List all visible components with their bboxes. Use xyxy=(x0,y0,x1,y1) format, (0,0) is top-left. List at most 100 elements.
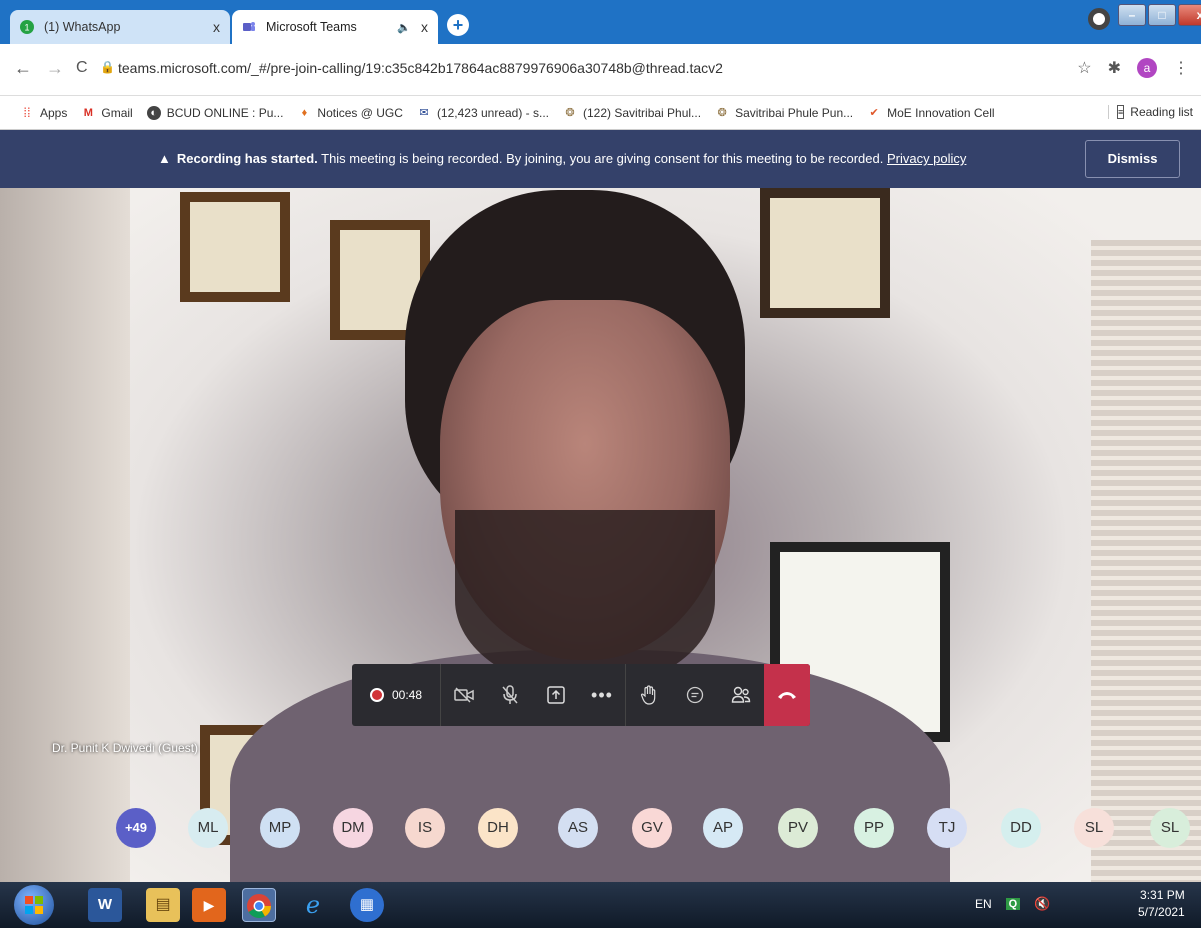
internet-explorer-icon[interactable]: e xyxy=(296,888,330,922)
bookmark-savitribai-1[interactable]: ❂ (122) Savitribai Phul... xyxy=(563,106,701,120)
participant-avatar[interactable]: AS xyxy=(558,808,598,848)
teams-meeting: ▲ Recording has started. This meeting is … xyxy=(0,130,1201,882)
start-button[interactable] xyxy=(14,885,54,925)
word-icon[interactable]: W xyxy=(88,888,122,922)
bookmark-label: Savitribai Phule Pun... xyxy=(735,105,854,120)
bookmark-label: BCUD ONLINE : Pu... xyxy=(166,105,284,120)
bookmark-label: MoE Innovation Cell xyxy=(887,105,995,120)
reading-list-label: Reading list xyxy=(1130,105,1193,119)
bookmark-label: (122) Savitribai Phul... xyxy=(583,105,702,120)
new-tab-button[interactable]: + xyxy=(447,14,469,36)
raise-hand-button[interactable] xyxy=(626,664,672,726)
privacy-policy-link[interactable]: Privacy policy xyxy=(887,151,966,166)
university-icon: ❂ xyxy=(717,106,727,119)
language-indicator[interactable]: EN xyxy=(975,897,992,911)
system-tray: EN Q 🔇 xyxy=(975,896,1050,912)
bookmark-label: (12,423 unread) - s... xyxy=(436,105,549,120)
bookmark-moe[interactable]: ✔ MoE Innovation Cell xyxy=(867,105,995,120)
reading-list-icon: ≡ xyxy=(1117,105,1125,119)
bookmark-bcud[interactable]: ◐ BCUD ONLINE : Pu... xyxy=(146,105,284,120)
reload-icon[interactable]: C xyxy=(76,59,88,77)
recording-timer: 00:48 xyxy=(352,664,440,726)
participant-name-label: Dr. Punit K Dwivedi (Guest) xyxy=(52,741,199,755)
address-bar-row: ← → C 🔒 teams.microsoft.com/_#/pre-join-… xyxy=(0,44,1201,96)
participant-avatar[interactable]: DD xyxy=(1001,808,1041,848)
close-window-button[interactable]: x xyxy=(1178,4,1201,26)
participant-avatar[interactable]: DH xyxy=(478,808,518,848)
leave-call-button[interactable] xyxy=(764,664,810,726)
participant-avatar[interactable]: IS xyxy=(405,808,445,848)
participant-avatar[interactable]: AP xyxy=(703,808,743,848)
hand-icon xyxy=(640,685,656,705)
chat-icon xyxy=(686,686,704,704)
bookmark-label: Notices @ UGC xyxy=(317,105,403,120)
speaker-icon[interactable]: 🔈 xyxy=(397,21,411,34)
participant-avatar[interactable]: PV xyxy=(778,808,818,848)
close-tab-button[interactable]: x xyxy=(213,19,220,35)
bookmarks-bar: ⁞⁞ Apps M Gmail ◐ BCUD ONLINE : Pu... ♦ … xyxy=(0,96,1201,130)
clock[interactable]: 3:31 PM 5/7/2021 xyxy=(1138,887,1185,921)
recording-icon xyxy=(369,688,384,702)
volume-muted-icon[interactable]: 🔇 xyxy=(1034,896,1050,912)
chrome-logo xyxy=(247,894,271,919)
participant-avatar[interactable]: PP xyxy=(854,808,894,848)
tray-app-icon[interactable]: Q xyxy=(1005,898,1021,910)
participants-button[interactable] xyxy=(718,664,764,726)
app-icon[interactable]: ▦ xyxy=(350,888,384,922)
tab-microsoft-teams[interactable]: Microsoft Teams 🔈 x xyxy=(232,10,438,44)
participant-avatar[interactable]: SL xyxy=(1074,808,1114,848)
more-options-button[interactable]: ••• xyxy=(579,664,625,726)
participant-avatar[interactable]: GV xyxy=(632,808,672,848)
bookmark-gmail[interactable]: M Gmail xyxy=(81,106,133,120)
chrome-icon[interactable] xyxy=(242,888,276,922)
moe-icon: ✔ xyxy=(869,106,879,119)
participant-avatar[interactable]: SL xyxy=(1150,808,1190,848)
warning-icon: ▲ xyxy=(158,151,171,166)
mute-button[interactable] xyxy=(487,664,533,726)
bookmark-mail[interactable]: ✉ (12,423 unread) - s... xyxy=(417,106,549,120)
extensions-puzzle-icon[interactable]: ✱ xyxy=(1108,58,1121,78)
camera-off-button[interactable] xyxy=(441,664,487,726)
tab-title: Microsoft Teams xyxy=(266,20,357,34)
minimize-button[interactable]: – xyxy=(1118,4,1146,26)
back-arrow-icon[interactable]: ← xyxy=(14,58,32,79)
share-tray-icon xyxy=(547,686,565,704)
share-screen-button[interactable] xyxy=(533,664,579,726)
forward-arrow-icon[interactable]: → xyxy=(46,58,64,79)
bookmark-label: Apps xyxy=(40,105,68,120)
bookmark-apps[interactable]: ⁞⁞ Apps xyxy=(20,105,68,120)
participant-avatar[interactable]: DM xyxy=(333,808,373,848)
tab-whatsapp[interactable]: 1 (1) WhatsApp x xyxy=(10,10,230,44)
chrome-profile-icon[interactable] xyxy=(1088,8,1110,30)
media-player-icon[interactable]: ▶ xyxy=(192,888,226,922)
profile-avatar[interactable]: a xyxy=(1137,58,1157,78)
bookmark-savitribai-2[interactable]: ❂ Savitribai Phule Pun... xyxy=(715,106,853,120)
ugc-icon: ♦ xyxy=(301,106,308,119)
video-background xyxy=(0,130,130,882)
dismiss-button[interactable]: Dismiss xyxy=(1085,140,1180,178)
more-participants-avatar[interactable]: +49 xyxy=(116,808,156,848)
bookmark-star-icon[interactable]: ☆ xyxy=(1077,58,1091,78)
globe-icon: ◐ xyxy=(146,105,161,120)
file-explorer-icon[interactable]: ▤ xyxy=(146,888,180,922)
lock-icon[interactable]: 🔒 xyxy=(100,60,115,74)
participant-avatar[interactable]: MP xyxy=(260,808,300,848)
teams-icon xyxy=(243,22,255,31)
kebab-menu-icon[interactable]: ⋮ xyxy=(1173,58,1189,78)
windows-logo-icon xyxy=(25,896,43,914)
maximize-button[interactable]: □ xyxy=(1148,4,1176,26)
recording-message: ▲ Recording has started. This meeting is … xyxy=(158,151,966,166)
browser-tab-strip: 1 (1) WhatsApp x Microsoft Teams 🔈 x + –… xyxy=(0,0,1201,44)
reading-list-button[interactable]: ≡ Reading list xyxy=(1108,105,1193,119)
people-icon xyxy=(731,686,751,703)
participant-avatar[interactable]: TJ xyxy=(927,808,967,848)
ellipsis-icon: ••• xyxy=(591,684,613,705)
url-field[interactable]: teams.microsoft.com/_#/pre-join-calling/… xyxy=(118,60,723,76)
bookmark-ugc[interactable]: ♦ Notices @ UGC xyxy=(297,106,403,120)
participant-avatar[interactable]: ML xyxy=(188,808,228,848)
chat-button[interactable] xyxy=(672,664,718,726)
recording-title: Recording has started. xyxy=(176,151,318,166)
call-controls: 00:48 ••• xyxy=(352,664,810,726)
close-tab-button[interactable]: x xyxy=(421,19,428,35)
call-duration: 00:48 xyxy=(391,688,423,702)
